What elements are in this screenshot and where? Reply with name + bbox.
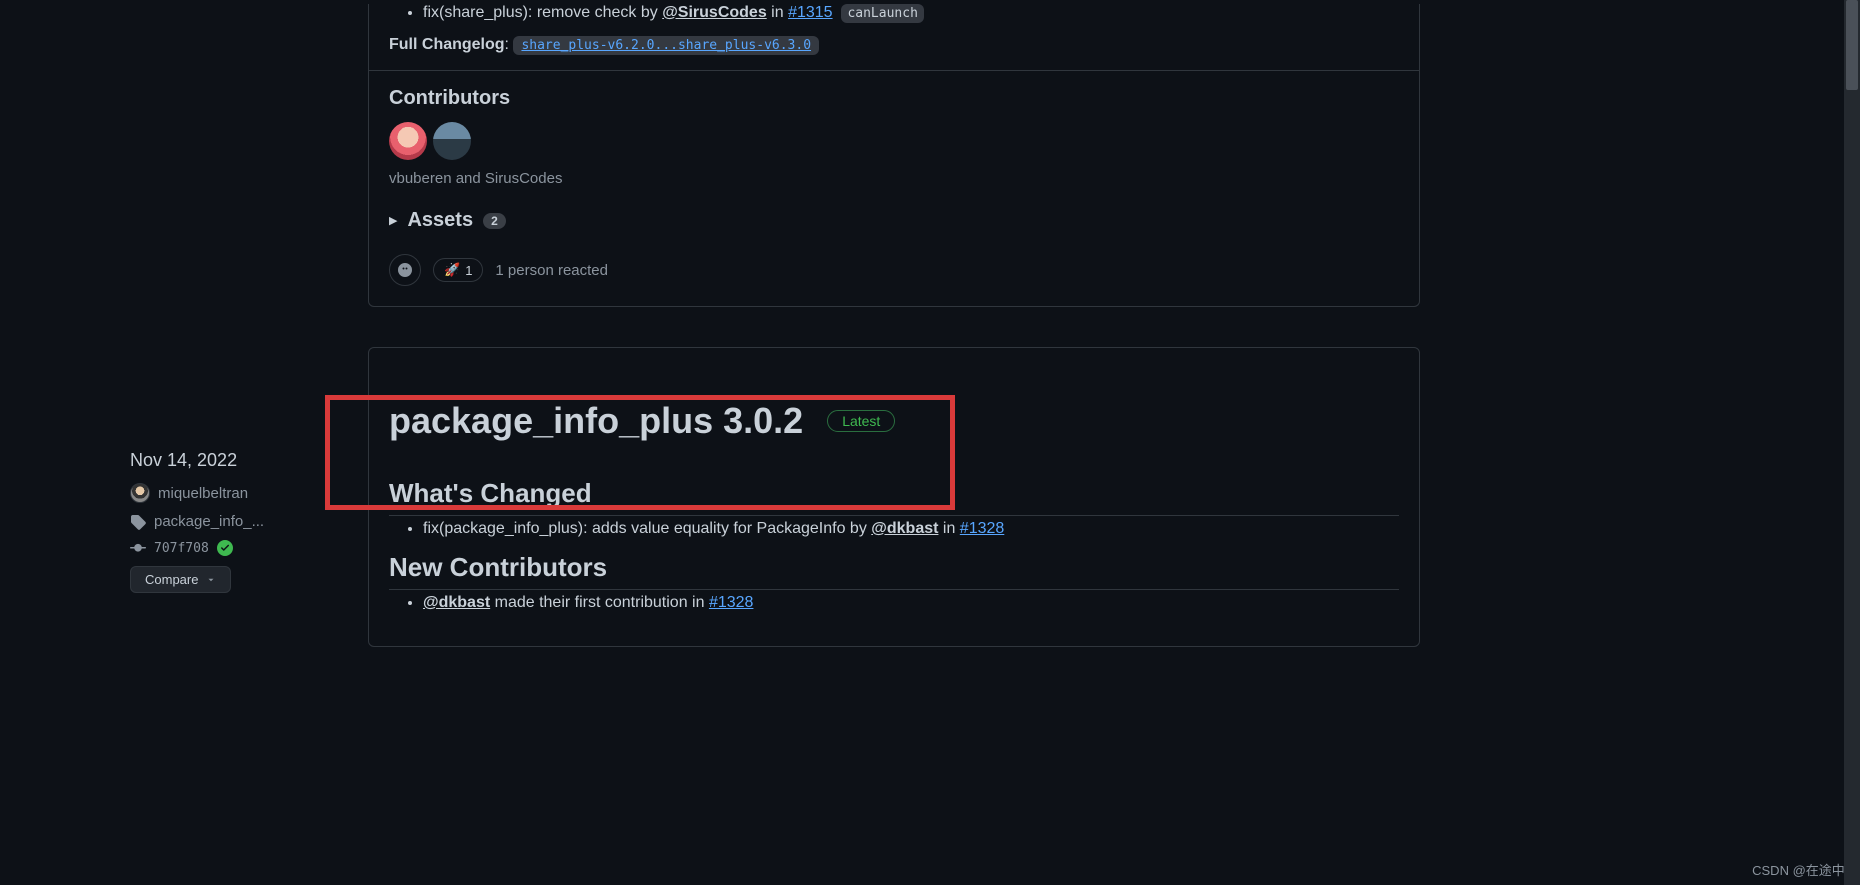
contributor-names: vbuberen and SirusCodes	[389, 170, 1399, 187]
rocket-reaction[interactable]: 🚀 1	[433, 258, 483, 282]
author-name: miquelbeltran	[158, 485, 248, 502]
list-item: @dkbast made their first contribution in…	[423, 594, 1399, 612]
release-date: Nov 14, 2022	[130, 450, 360, 471]
assets-label: Assets	[407, 209, 473, 232]
avatar	[130, 483, 150, 503]
reaction-summary: 1 person reacted	[495, 262, 608, 279]
reaction-count: 1	[465, 263, 472, 278]
compare-label: Compare	[145, 572, 198, 587]
changelog-list: fix(share_plus): remove check by @SirusC…	[389, 4, 1399, 22]
divider	[369, 70, 1419, 71]
pr-link[interactable]: #1315	[788, 4, 833, 21]
assets-count: 2	[483, 213, 506, 229]
tag-icon	[130, 514, 146, 530]
chevron-down-icon	[206, 575, 216, 585]
changelog-list: fix(package_info_plus): adds value equal…	[389, 520, 1399, 538]
commit-sha: 707f708	[154, 541, 209, 556]
watermark: CSDN @在途中..	[1752, 860, 1852, 879]
whats-changed-heading: What's Changed	[389, 478, 1399, 516]
scrollbar-thumb[interactable]	[1846, 0, 1858, 90]
avatar[interactable]	[433, 122, 471, 160]
rocket-icon: 🚀	[444, 262, 460, 278]
commit-icon	[130, 540, 146, 556]
avatar[interactable]	[389, 122, 427, 160]
contributor-avatars	[389, 122, 1399, 160]
user-mention[interactable]: @dkbast	[423, 594, 490, 611]
reactions-row: 🚀 1 1 person reacted	[389, 254, 1399, 286]
list-item: fix(share_plus): remove check by @SirusC…	[423, 4, 1399, 22]
release-sidebar: Nov 14, 2022 miquelbeltran package_info_…	[130, 0, 360, 687]
contributors-heading: Contributors	[389, 87, 1399, 110]
list-item: fix(package_info_plus): adds value equal…	[423, 520, 1399, 538]
new-contributors-heading: New Contributors	[389, 552, 1399, 590]
release-author-row[interactable]: miquelbeltran	[130, 483, 360, 503]
full-changelog-row: Full Changelog: share_plus-v6.2.0...shar…	[389, 36, 1399, 54]
chevron-right-icon: ▶	[389, 214, 397, 227]
release-header: package_info_plus 3.0.2 Latest	[389, 400, 1399, 442]
release-title[interactable]: package_info_plus 3.0.2	[389, 400, 803, 442]
tag-name: package_info_...	[154, 513, 264, 530]
previous-release-card: fix(share_plus): remove check by @SirusC…	[368, 4, 1420, 307]
compare-button[interactable]: Compare	[130, 566, 231, 593]
assets-toggle[interactable]: ▶ Assets 2	[389, 209, 1399, 232]
latest-badge: Latest	[827, 410, 895, 432]
main-content: fix(share_plus): remove check by @SirusC…	[360, 0, 1420, 687]
user-mention[interactable]: @dkbast	[871, 520, 938, 537]
compare-link[interactable]: share_plus-v6.2.0...share_plus-v6.3.0	[513, 36, 819, 55]
add-reaction-button[interactable]	[389, 254, 421, 286]
smiley-icon	[397, 262, 413, 278]
full-changelog-label: Full Changelog	[389, 36, 505, 53]
scrollbar[interactable]	[1844, 0, 1860, 885]
code-chip: canLaunch	[841, 4, 923, 23]
pr-link[interactable]: #1328	[960, 520, 1005, 537]
verified-icon	[217, 540, 233, 556]
release-card: package_info_plus 3.0.2 Latest What's Ch…	[368, 347, 1420, 647]
user-mention[interactable]: @SirusCodes	[662, 4, 767, 21]
new-contrib-list: @dkbast made their first contribution in…	[389, 594, 1399, 612]
pr-link[interactable]: #1328	[709, 594, 754, 611]
release-tag-row[interactable]: package_info_...	[130, 513, 360, 530]
release-commit-row[interactable]: 707f708	[130, 540, 360, 556]
